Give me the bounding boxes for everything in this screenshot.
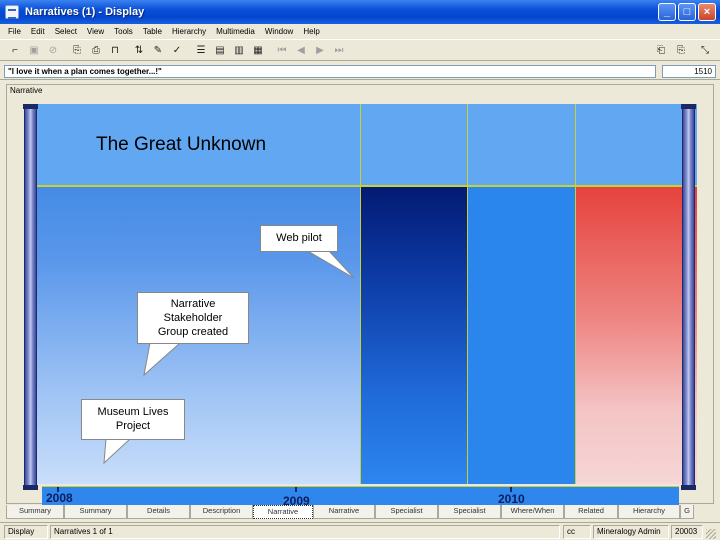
details-view-icon[interactable]: ☰ [194,44,208,57]
tab-related[interactable]: Related [564,505,618,519]
tab-narrative-2[interactable]: Narrative [313,505,375,519]
report-icon[interactable]: ▦ [251,44,265,57]
menu-tools[interactable]: Tools [114,27,133,36]
tab-hierarchy[interactable]: Hierarchy [618,505,680,519]
minimize-button[interactable]: _ [658,3,676,21]
narrative-title: The Great Unknown [96,134,267,155]
prompt-count: 1510 [662,65,716,78]
menu-bar: File Edit Select View Tools Table Hierar… [0,24,720,38]
prompt-bar: "I love it when a plan comes together...… [0,62,720,80]
callout-museum-lives-line: Project [115,420,151,432]
grid-line-vertical [575,104,576,484]
find-icon[interactable]: ⎙ [89,44,103,57]
year-label-2010: 2010 [498,492,525,506]
window-title: Narratives (1) - Display [25,6,145,18]
status-user: Mineralogy Admin [593,525,669,539]
callout-stakeholder: Narrative Stakeholder Group created [137,292,249,344]
timeline-tick [295,487,297,492]
status-mode: Display [4,525,48,539]
red-column [576,186,697,484]
menu-window[interactable]: Window [265,27,293,36]
save-icon[interactable]: ▣ [27,44,41,57]
next-record-icon[interactable]: ▶ [313,44,327,57]
menu-table[interactable]: Table [143,27,162,36]
window-controls: _ □ × [658,3,716,21]
status-record: Narratives 1 of 1 [50,525,560,539]
menu-select[interactable]: Select [55,27,77,36]
last-record-icon[interactable]: ⏭ [332,44,346,57]
first-record-icon[interactable]: ⏮ [275,44,289,57]
callout-museum-lives: Museum Lives Project [81,399,185,440]
menu-multimedia[interactable]: Multimedia [216,27,255,36]
cancel-icon[interactable]: ⊘ [46,44,60,57]
edit-icon[interactable]: ✎ [151,44,165,57]
left-pillar [23,104,38,490]
menu-file[interactable]: File [8,27,21,36]
spellcheck-icon[interactable]: ✓ [170,44,184,57]
callout-tail [143,343,181,377]
callout-tail [305,250,355,279]
tab-summary[interactable]: Summary [6,505,64,519]
menu-hierarchy[interactable]: Hierarchy [172,27,206,36]
dark-column [361,186,467,484]
resize-grip-icon[interactable] [706,529,716,539]
page-view-icon[interactable]: ▥ [232,44,246,57]
grid-line-vertical [360,104,361,484]
tab-description[interactable]: Description [190,505,253,519]
link-icon[interactable]: ⎘ [674,44,688,57]
new-record-icon[interactable]: ⌐ [8,44,22,57]
list-view-icon[interactable]: ▤ [213,44,227,57]
tab-narrative-active[interactable]: Narrative [253,505,313,519]
callout-web-pilot-text: Web pilot [276,232,322,244]
prompt-text: "I love it when a plan comes together...… [4,65,656,78]
tab-where-when[interactable]: Where/When [501,505,564,519]
status-bar: Display Narratives 1 of 1 cc Mineralogy … [0,522,720,540]
status-code: 20003 [671,525,703,539]
help-icon[interactable]: ⤡ [698,44,712,57]
callout-stakeholder-line: Narrative [170,298,216,310]
blue-column [468,186,575,484]
tab-details[interactable]: Details [127,505,190,519]
tab-specialist-2[interactable]: Specialist [438,505,501,519]
previous-record-icon[interactable]: ◀ [294,44,308,57]
grid-line-vertical [467,104,468,484]
tab-strip: Summary Summary Details Description Narr… [6,505,714,519]
tab-more[interactable]: G [680,505,694,519]
close-button[interactable]: × [698,3,716,21]
maximize-button[interactable]: □ [678,3,696,21]
narrative-label: Narrative [8,86,45,95]
app-icon [5,5,19,19]
callout-stakeholder-line: Stakeholder [163,312,223,324]
callout-tail [103,439,131,465]
menu-view[interactable]: View [87,27,104,36]
search-records-icon[interactable]: ⎘ [70,44,84,57]
tab-summary-2[interactable]: Summary [64,505,127,519]
attach-icon[interactable]: ⎗ [654,44,668,57]
callout-web-pilot: Web pilot [260,225,338,252]
filter-icon[interactable]: ⊓ [108,44,122,57]
right-pillar [681,104,696,490]
menu-help[interactable]: Help [303,27,319,36]
title-bar: Narratives (1) - Display _ □ × [0,0,720,24]
sort-icon[interactable]: ⇅ [132,44,146,57]
callout-stakeholder-line: Group created [157,326,229,338]
status-flag: cc [563,525,591,539]
year-label-2008: 2008 [46,491,73,505]
toolbar: ⌐ ▣ ⊘ ⎘ ⎙ ⊓ ⇅ ✎ ✓ ☰ ▤ ▥ ▦ ⏮ ◀ ▶ ⏭ ⎗ ⎘ ⤡ [0,39,720,61]
callout-museum-lives-line: Museum Lives [97,406,169,418]
tab-specialist[interactable]: Specialist [375,505,438,519]
menu-edit[interactable]: Edit [31,27,45,36]
